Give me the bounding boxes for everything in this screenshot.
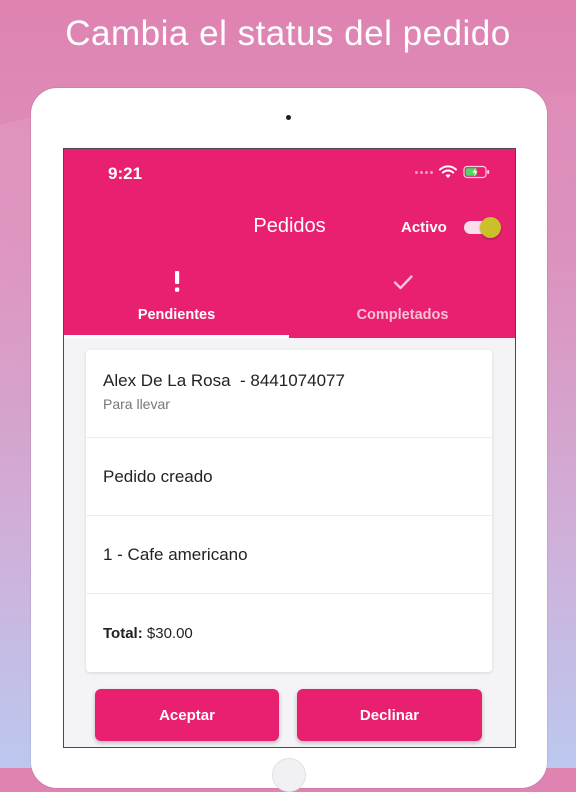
decline-button[interactable]: Declinar <box>297 689 482 741</box>
app-bar: 9:21 Pedidos Activo Pendientes Completad… <box>64 149 515 338</box>
accept-button[interactable]: Aceptar <box>95 689 279 741</box>
customer-name-phone: Alex De La Rosa - 8441074077 <box>103 371 345 390</box>
checkmark-icon <box>290 271 515 298</box>
order-type: Para llevar <box>103 396 170 412</box>
active-toggle[interactable] <box>462 216 504 238</box>
order-status: Pedido creado <box>103 467 213 486</box>
toggle-knob <box>480 217 501 238</box>
tab-pendientes-label: Pendientes <box>137 307 216 323</box>
total-value: $30.00 <box>146 625 193 642</box>
active-toggle-label: Activo <box>401 219 447 236</box>
order-status-row: Pedido creado <box>86 438 492 516</box>
app-screen: 9:21 Pedidos Activo Pendientes Completad… <box>63 148 516 748</box>
total-label: Total: <box>103 625 143 642</box>
status-time: 9:21 <box>108 164 143 183</box>
order-total-row: Total: $30.00 <box>86 594 492 672</box>
order-item: 1 - Cafe americano <box>103 545 248 564</box>
tab-completados-label: Completados <box>356 307 449 323</box>
exclamation-icon <box>64 271 289 298</box>
wifi-icon <box>439 165 457 178</box>
tab-pendientes[interactable]: Pendientes <box>64 267 289 337</box>
battery-charging-icon <box>463 165 490 179</box>
order-customer-row[interactable]: Alex De La Rosa - 8441074077 Para llevar <box>86 350 492 438</box>
tab-completados[interactable]: Completados <box>290 267 515 337</box>
promo-headline: Cambia el status del pedido <box>65 14 511 53</box>
home-button <box>272 758 306 792</box>
app-title: Pedidos <box>253 215 326 237</box>
status-icons <box>415 165 491 179</box>
signal-dots-icon <box>415 170 433 174</box>
order-card: Alex De La Rosa - 8441074077 Para llevar… <box>86 350 492 672</box>
camera-dot <box>286 115 291 120</box>
order-total: Total: $30.00 <box>103 625 193 642</box>
order-item-row: 1 - Cafe americano <box>86 516 492 594</box>
orders-list: Alex De La Rosa - 8441074077 Para llevar… <box>64 338 515 747</box>
